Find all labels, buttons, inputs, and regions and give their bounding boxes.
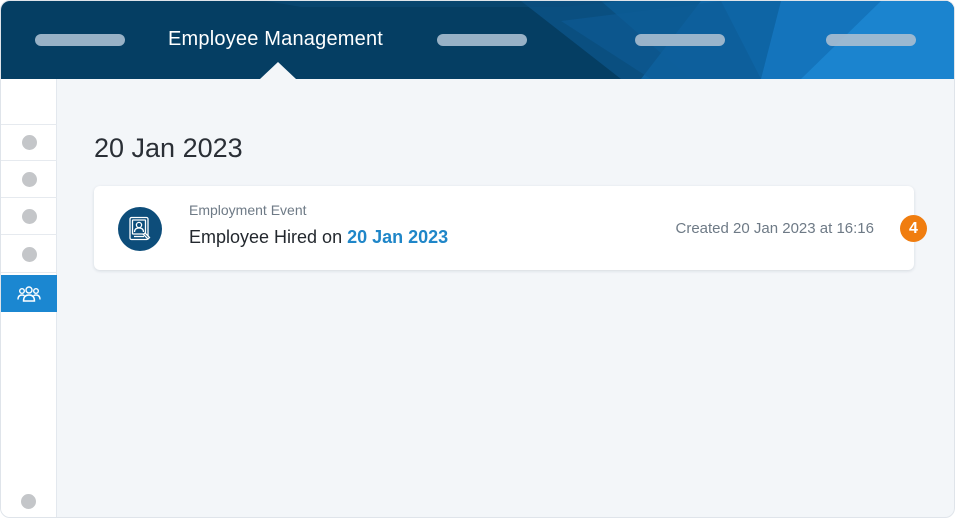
nav-item-placeholder-1[interactable] [35, 34, 125, 46]
dot-icon [21, 135, 37, 150]
sidebar-item-4[interactable] [1, 236, 57, 273]
app-window: Employee Management 20 Jan 2023 Employme… [0, 0, 955, 518]
dot-icon [21, 246, 37, 262]
id-card-icon [129, 216, 151, 241]
sidebar-item-1[interactable] [1, 124, 57, 161]
event-count-badge[interactable]: 4 [900, 215, 927, 242]
nav-item-placeholder-2[interactable] [437, 34, 527, 46]
nav-item-placeholder-3[interactable] [635, 34, 725, 46]
event-description: Employee Hired on 20 Jan 2023 [189, 227, 448, 248]
event-type-label: Employment Event [189, 202, 307, 218]
sidebar-item-2[interactable] [1, 161, 57, 198]
active-nav-pointer [260, 62, 296, 79]
event-icon-badge [118, 207, 162, 251]
event-date-link[interactable]: 20 Jan 2023 [347, 227, 448, 247]
dot-icon [21, 171, 37, 187]
event-card[interactable]: Employment Event Employee Hired on 20 Ja… [94, 186, 914, 270]
top-nav-bar: Employee Management [1, 1, 954, 79]
nav-item-employee-management[interactable]: Employee Management [168, 28, 383, 51]
nav-item-placeholder-4[interactable] [826, 34, 916, 46]
event-description-text: Employee Hired on [189, 227, 348, 247]
sidebar-bottom-dot-icon[interactable] [21, 494, 36, 509]
people-group-icon [17, 285, 41, 302]
dot-icon [21, 208, 37, 224]
event-created-timestamp: Created 20 Jan 2023 at 16:16 [675, 220, 875, 237]
sidebar-item-employees[interactable] [1, 275, 57, 312]
date-heading: 20 Jan 2023 [94, 133, 243, 163]
sidebar-item-3[interactable] [1, 198, 57, 235]
sidebar [1, 79, 57, 517]
